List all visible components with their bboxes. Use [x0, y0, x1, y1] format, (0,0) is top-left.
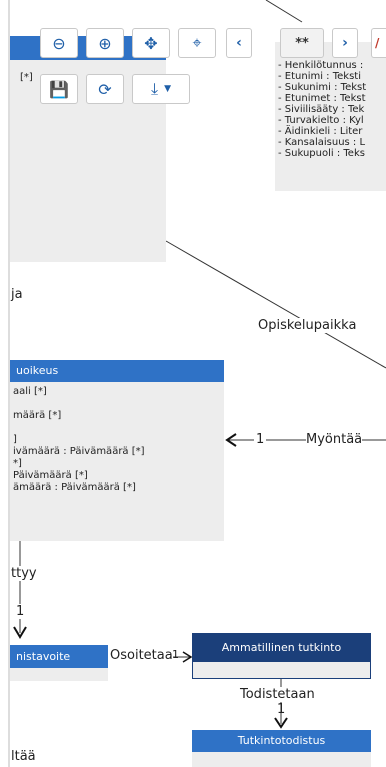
- toolbar-row-1: ⊖ ⊕ ✥ ⌖ ‹ ** ›: [40, 28, 386, 60]
- left-top-entity[interactable]: [*]: [10, 36, 166, 262]
- download-dropdown-button[interactable]: ⤓ ▼: [132, 74, 190, 104]
- oikeus-attribute: Päivämäärä [*]: [13, 470, 88, 481]
- tutkintotodistus-entity[interactable]: Tutkintotodistus: [192, 730, 371, 767]
- oikeus-entity-attributes: aali [*] määrä [*]] ivämäärä : Päivämäärä …: [10, 382, 224, 494]
- edit-button-partial[interactable]: /: [371, 28, 386, 58]
- next-button[interactable]: ›: [332, 28, 358, 58]
- connector-top: [265, 0, 303, 23]
- person-attribute: - Etunimi : Teksti: [278, 71, 361, 82]
- connector-opiskelupaikka: [165, 240, 386, 369]
- chevron-left-icon: ‹: [236, 35, 242, 51]
- person-attribute: - Henkilötunnus :: [278, 60, 364, 71]
- oikeus-entity-title: uoikeus: [10, 360, 224, 382]
- caret-down-icon: ▼: [164, 84, 171, 94]
- oikeus-attribute: *]: [13, 458, 22, 469]
- edit-icon: /: [375, 36, 380, 50]
- oikeus-attribute: ämäärä : Päivämäärä [*]: [13, 482, 136, 493]
- oikeus-attribute: [10, 422, 224, 434]
- person-attribute: - Siviilisääty : Tek: [278, 104, 365, 115]
- pan-button[interactable]: ✥: [132, 28, 170, 58]
- previous-button[interactable]: ‹: [226, 28, 252, 58]
- label-osoitetaan: Osoitetaa: [110, 648, 173, 663]
- person-attribute: - Äidinkieli : Liter: [278, 126, 363, 137]
- label-myontaa: Myöntää: [306, 432, 363, 447]
- person-attribute: - Turvakielto : Kyl: [278, 115, 364, 126]
- person-entity[interactable]: - Henkilötunnus :- Etunimi : Teksti - Suk…: [275, 42, 386, 191]
- refresh-icon: ⟳: [98, 79, 112, 99]
- save-icon: 💾: [49, 79, 69, 99]
- chevron-right-icon: ›: [342, 35, 348, 51]
- oikeus-attribute: [10, 398, 224, 410]
- oikeus-attribute: ]: [13, 434, 17, 445]
- label-ttyy: ttyy: [11, 566, 37, 581]
- zoom-in-icon: ⊕: [98, 33, 112, 53]
- label-todistetaan: Todistetaan: [240, 687, 315, 702]
- person-attribute: - Sukunimi : Tekst: [278, 82, 367, 93]
- move-icon: ✥: [144, 33, 158, 53]
- save-button[interactable]: 💾: [40, 74, 78, 104]
- label-ltaa: ltää: [11, 749, 36, 764]
- tavoite-entity-title: nistavoite: [10, 645, 108, 668]
- download-icon: ⤓: [151, 79, 159, 98]
- person-attribute: - Sukupuoli : Teks: [278, 148, 365, 159]
- tutkintotodistus-entity-title: Tutkintotodistus: [192, 730, 371, 752]
- oikeus-attribute: aali [*]: [13, 386, 47, 397]
- oikeus-attribute: määrä [*]: [13, 410, 62, 421]
- person-attribute: - Etunimet : Tekst: [278, 93, 366, 104]
- ammatillinen-tutkinto-entity-title: Ammatillinen tutkinto: [193, 634, 370, 662]
- crosshair-icon: ⌖: [192, 33, 202, 52]
- tavoite-entity[interactable]: nistavoite: [10, 645, 108, 681]
- oikeus-attribute: ivämäärä : Päivämäärä [*]: [13, 446, 145, 457]
- ammatillinen-tutkinto-entity[interactable]: Ammatillinen tutkinto: [192, 633, 371, 679]
- page-indicator-button[interactable]: **: [280, 28, 324, 58]
- person-attribute: - Kansalaisuus : L: [278, 137, 366, 148]
- label-todistetaan-multiplicity: 1: [277, 702, 286, 717]
- refresh-button[interactable]: ⟳: [86, 74, 124, 104]
- label-opiskelupaikka: Opiskelupaikka: [258, 318, 357, 333]
- label-ja: ja: [11, 287, 23, 302]
- page-indicator-button-label: **: [295, 35, 309, 51]
- center-button[interactable]: ⌖: [178, 28, 216, 58]
- label-myontaa-multiplicity: 1: [254, 432, 267, 447]
- zoom-in-button[interactable]: ⊕: [86, 28, 124, 58]
- zoom-out-icon: ⊖: [52, 33, 66, 53]
- oikeus-entity[interactable]: uoikeus aali [*] määrä [*]] ivämäärä : Päi…: [10, 360, 224, 541]
- zoom-out-button[interactable]: ⊖: [40, 28, 78, 58]
- label-ttyy-multiplicity: 1: [16, 604, 25, 619]
- label-osoitetaan-multiplicity: 1: [172, 648, 179, 661]
- toolbar-row-2: 💾 ⟳ ⤓ ▼: [40, 74, 200, 106]
